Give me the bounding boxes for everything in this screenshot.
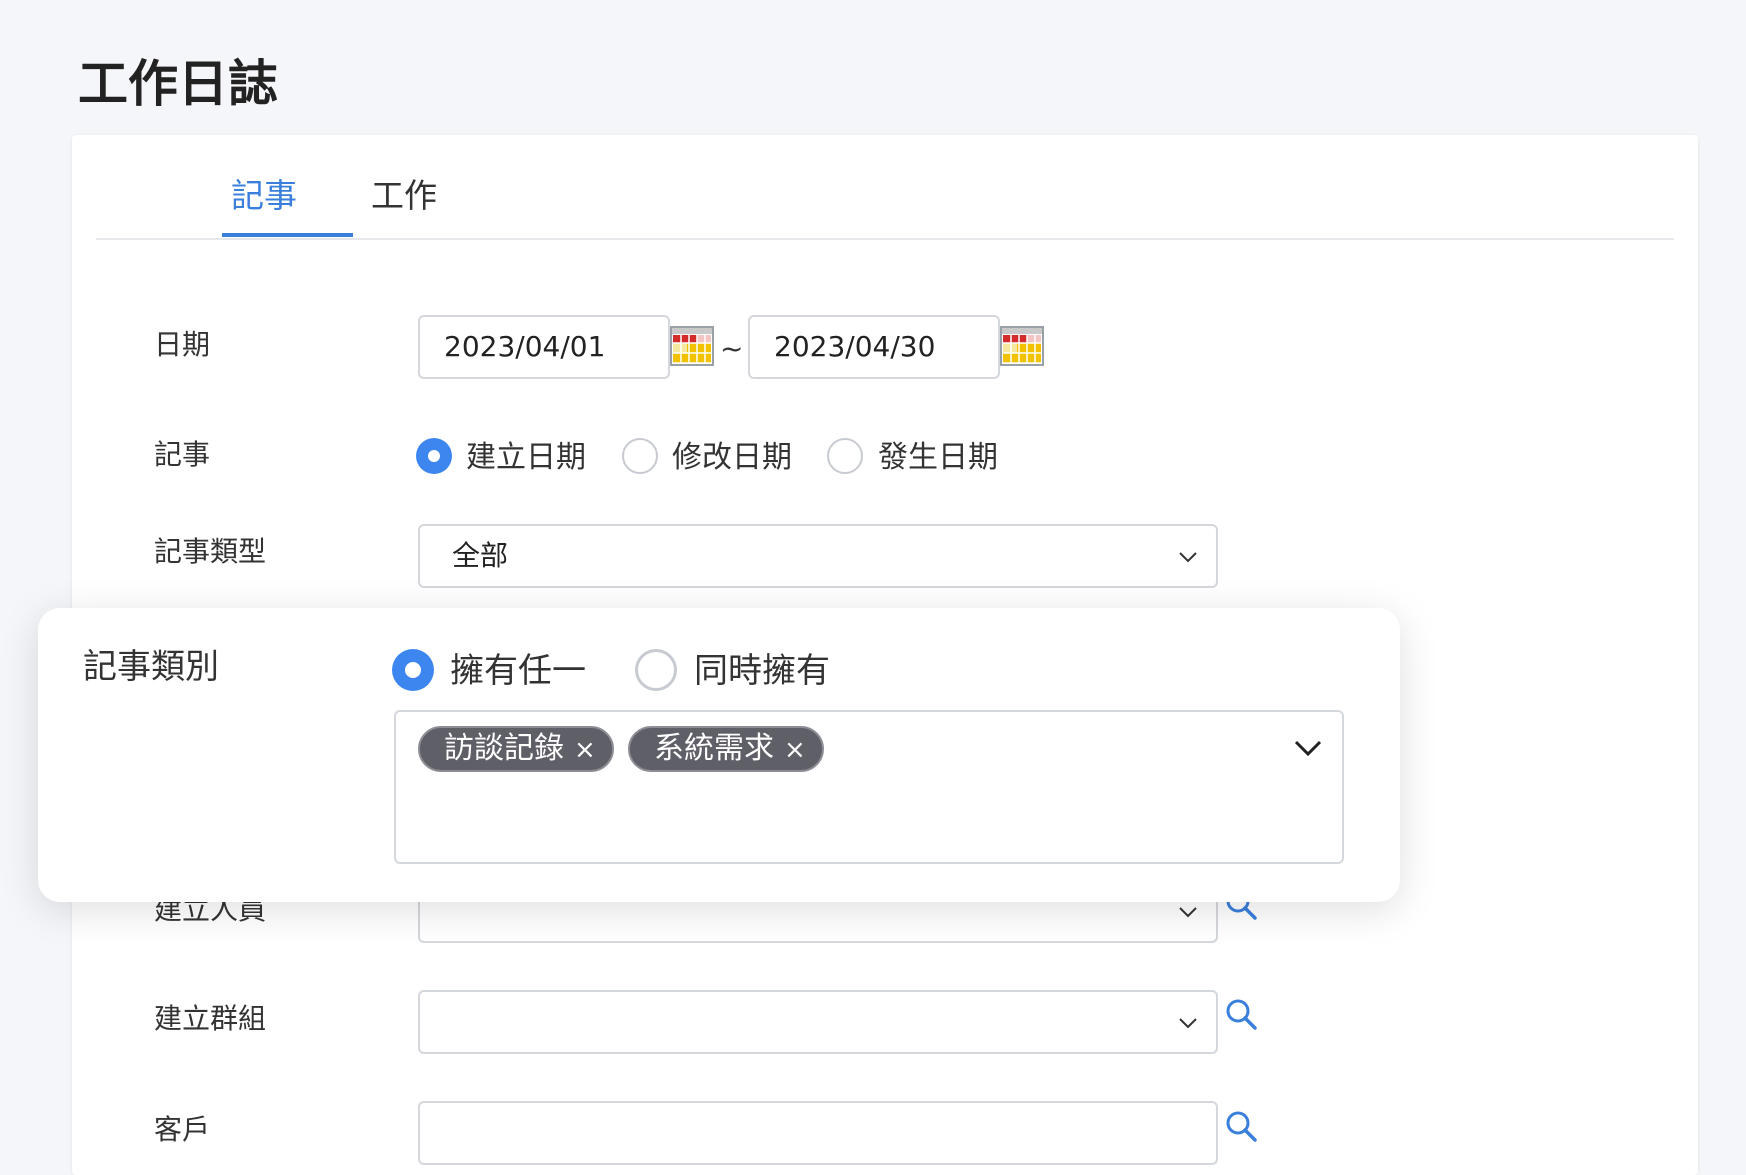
group-label: 建立群組: [154, 1002, 267, 1035]
date-from-input[interactable]: 2023/04/01: [418, 315, 670, 379]
note-label: 記事: [154, 438, 211, 471]
note-category-panel: 記事類別 擁有任一 同時擁有 訪談記錄 × 系統需求 ×: [38, 608, 1400, 902]
radio-match-all-label: 同時擁有: [694, 651, 830, 691]
customer-input[interactable]: [418, 1101, 1218, 1165]
calendar-icon[interactable]: [670, 326, 714, 366]
radio-match-all[interactable]: [635, 649, 677, 691]
group-select[interactable]: [418, 990, 1218, 1054]
customer-label: 客戶: [154, 1113, 211, 1146]
search-icon[interactable]: [1224, 997, 1258, 1031]
chevron-down-icon: [1179, 907, 1197, 918]
radio-modified-date[interactable]: [622, 438, 658, 474]
note-type-select[interactable]: 全部: [418, 524, 1218, 588]
radio-occurred-date[interactable]: [827, 438, 863, 474]
page-title: 工作日誌: [78, 55, 278, 113]
note-type-value: 全部: [452, 539, 509, 572]
active-tab-indicator: [222, 233, 353, 237]
radio-created-date[interactable]: [416, 438, 452, 474]
close-icon[interactable]: ×: [784, 729, 806, 771]
tab-notes[interactable]: 記事: [231, 173, 297, 219]
radio-modified-date-label: 修改日期: [672, 440, 792, 475]
note-type-label: 記事類型: [154, 535, 267, 568]
search-icon[interactable]: [1224, 1109, 1258, 1143]
chevron-down-icon: [1179, 1018, 1197, 1029]
radio-match-any-label: 擁有任一: [450, 651, 586, 691]
tab-tasks[interactable]: 工作: [371, 173, 437, 219]
tab-bar: 記事 工作: [96, 135, 1674, 240]
tag-system-requirement: 系統需求 ×: [628, 726, 824, 772]
tag-label: 訪談記錄: [444, 731, 564, 766]
calendar-icon[interactable]: [1000, 326, 1044, 366]
date-to-input[interactable]: 2023/04/30: [748, 315, 1000, 379]
note-category-multiselect[interactable]: 訪談記錄 × 系統需求 ×: [394, 710, 1344, 864]
tag-label: 系統需求: [654, 731, 774, 766]
date-label: 日期: [154, 328, 211, 361]
date-separator: ~: [720, 332, 744, 365]
chevron-down-icon[interactable]: [1294, 740, 1322, 756]
radio-created-date-label: 建立日期: [466, 440, 586, 475]
radio-occurred-date-label: 發生日期: [878, 440, 998, 475]
note-category-label: 記事類別: [83, 647, 219, 687]
chevron-down-icon: [1179, 552, 1197, 563]
tag-interview-record: 訪談記錄 ×: [418, 726, 614, 772]
close-icon[interactable]: ×: [574, 729, 596, 771]
radio-match-any[interactable]: [392, 649, 434, 691]
